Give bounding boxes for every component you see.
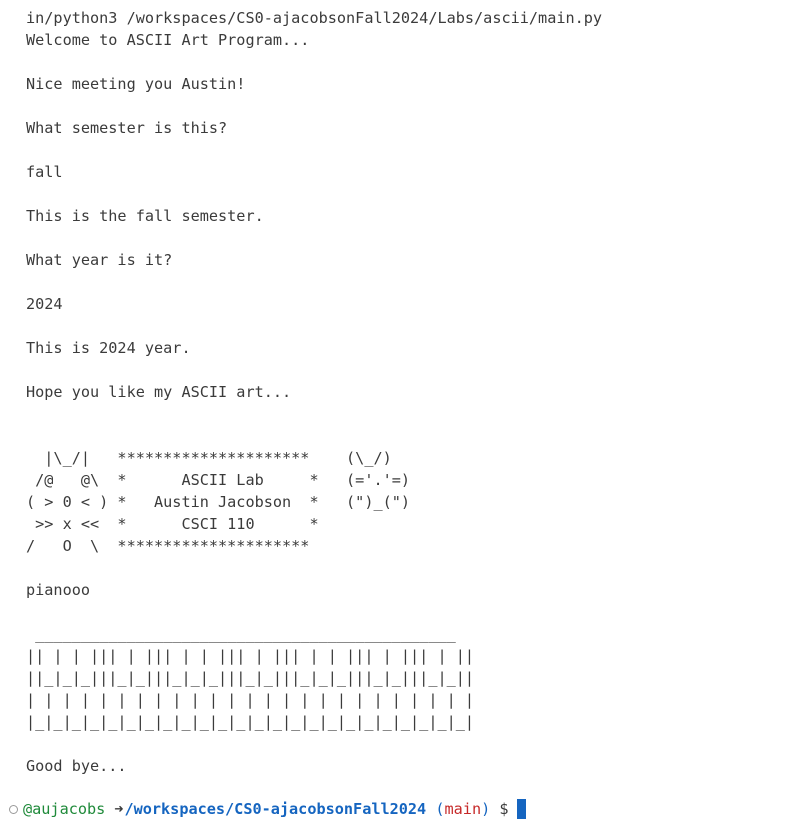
terminal-output: in/python3 /workspaces/CS0-ajacobsonFall…	[26, 9, 603, 775]
prompt-path: /workspaces/CS0-ajacobsonFall2024	[124, 800, 427, 818]
prompt-branch: main	[444, 800, 482, 818]
prompt-branch-open: (	[435, 800, 445, 818]
prompt-symbol: $	[499, 800, 509, 818]
prompt-user: @aujacobs	[23, 800, 106, 818]
terminal-cursor[interactable]	[516, 799, 526, 819]
command-status-circle-icon[interactable]	[9, 804, 18, 814]
prompt-branch-close: )	[481, 800, 491, 818]
terminal-prompt[interactable]: @aujacobs ➜ /workspaces/CS0-ajacobsonFal…	[0, 798, 526, 820]
terminal-panel[interactable]: in/python3 /workspaces/CS0-ajacobsonFall…	[0, 0, 811, 822]
prompt-arrow-icon: ➜	[114, 800, 124, 818]
